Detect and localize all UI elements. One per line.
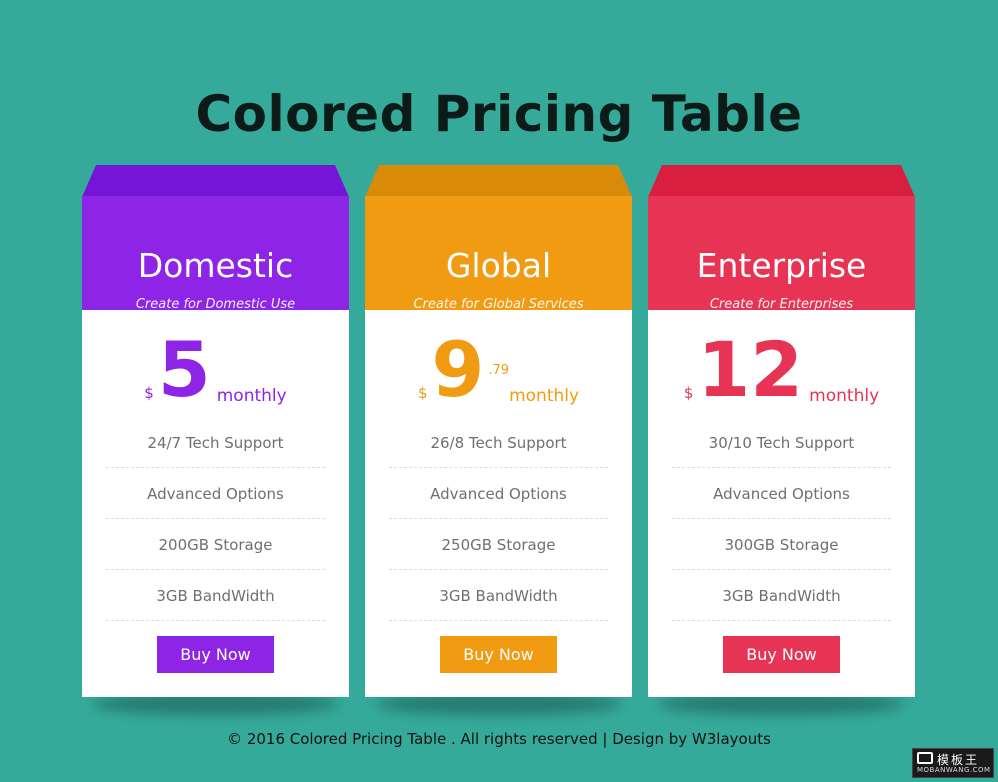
feature-item: 24/7 Tech Support (106, 417, 325, 468)
card-header-lip (648, 165, 915, 197)
card-body: $ 5 monthly 24/7 Tech Support Advanced O… (82, 310, 349, 697)
buy-now-button-enterprise[interactable]: Buy Now (723, 636, 840, 673)
price-currency: $ (417, 384, 428, 402)
price-currency: $ (144, 384, 154, 402)
card-header: Domestic Create for Domestic Use (82, 196, 349, 312)
feature-item: 3GB BandWidth (672, 570, 891, 621)
card-body: $ 12 monthly 30/10 Tech Support Advanced… (648, 310, 915, 697)
price-amount: 9 (431, 325, 485, 414)
watermark-logo: 模板王 MOBANWANG.COM (912, 748, 994, 778)
feature-item: 300GB Storage (672, 519, 891, 570)
price: $ 5 monthly (82, 326, 349, 408)
feature-item: Advanced Options (389, 468, 608, 519)
feature-item: 200GB Storage (106, 519, 325, 570)
price-period: monthly (809, 386, 880, 406)
card-body: $ 9 .79 monthly 26/8 Tech Support Advanc… (365, 310, 632, 697)
buy-now-button-domestic[interactable]: Buy Now (157, 636, 274, 673)
watermark-url: MOBANWANG.COM (917, 766, 991, 774)
price: $ 12 monthly (648, 326, 915, 408)
feature-item: 26/8 Tech Support (389, 417, 608, 468)
feature-item: Advanced Options (106, 468, 325, 519)
card-header-lip (365, 165, 632, 197)
price-amount: 12 (697, 325, 804, 414)
price-period: monthly (216, 386, 287, 406)
price-period: monthly (509, 386, 580, 406)
plan-name: Enterprise (696, 246, 867, 285)
plan-name: Global (445, 246, 552, 285)
feature-list: 26/8 Tech Support Advanced Options 250GB… (389, 417, 608, 621)
feature-item: 30/10 Tech Support (672, 417, 891, 468)
price-amount: 5 (157, 325, 211, 414)
watermark-icon (917, 752, 933, 764)
feature-list: 30/10 Tech Support Advanced Options 300G… (672, 417, 891, 621)
footer-copyright: © 2016 Colored Pricing Table . All right… (227, 730, 771, 748)
plan-name: Domestic (137, 246, 294, 285)
card-header: Global Create for Global Services (365, 196, 632, 312)
card-header-lip (82, 165, 349, 197)
buy-now-button-global[interactable]: Buy Now (440, 636, 557, 673)
card-header: Enterprise Create for Enterprises (648, 196, 915, 312)
feature-list: 24/7 Tech Support Advanced Options 200GB… (106, 417, 325, 621)
price-currency: $ (683, 384, 694, 402)
price-cents: .79 (488, 363, 510, 378)
feature-item: 3GB BandWidth (389, 570, 608, 621)
feature-item: 250GB Storage (389, 519, 608, 570)
feature-item: Advanced Options (672, 468, 891, 519)
page-title: Colored Pricing Table (195, 84, 803, 143)
feature-item: 3GB BandWidth (106, 570, 325, 621)
price: $ 9 .79 monthly (365, 326, 632, 408)
